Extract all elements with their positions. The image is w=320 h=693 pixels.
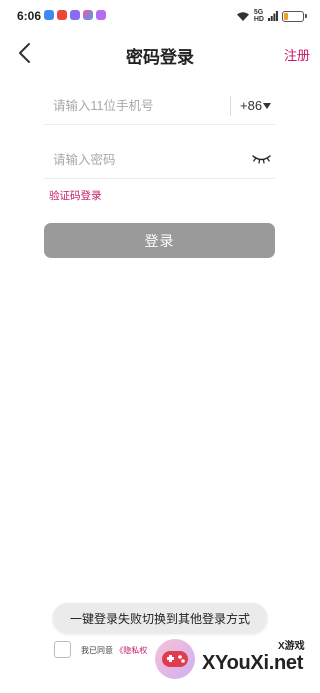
field-divider xyxy=(230,96,231,116)
password-field xyxy=(44,141,275,179)
phone-field: +86 xyxy=(44,87,275,125)
battery-level xyxy=(284,12,288,20)
game-app-icon xyxy=(70,10,80,20)
gamepad-logo-icon xyxy=(155,639,195,679)
red-app-icon xyxy=(57,10,67,20)
gradient-app-icon xyxy=(83,10,93,20)
country-code-label: +86 xyxy=(240,98,263,113)
register-link[interactable]: 注册 xyxy=(284,45,310,64)
country-code-selector[interactable]: +86 xyxy=(240,98,272,113)
agreement-prefix: 我已同意 xyxy=(81,646,113,655)
phone-input[interactable] xyxy=(53,95,213,117)
watermark-text: XYouXi.net xyxy=(202,652,304,674)
privacy-policy-link[interactable]: 《隐私权 xyxy=(115,646,147,655)
cloud-app-icon xyxy=(44,10,54,20)
status-right: 5G HD xyxy=(236,9,307,23)
agreement-checkbox[interactable] xyxy=(54,641,71,658)
signal-label-top: 5G xyxy=(253,9,264,16)
page-title: 密码登录 xyxy=(126,48,194,67)
eye-closed-icon[interactable] xyxy=(252,154,271,164)
caret-down-icon xyxy=(263,102,272,109)
password-input[interactable] xyxy=(53,149,213,171)
watermark: X游戏 XYouXi.net xyxy=(150,628,320,693)
battery-icon xyxy=(282,10,307,22)
login-button[interactable]: 登录 xyxy=(44,223,275,258)
signal-label-bottom: HD xyxy=(253,16,264,23)
signal-label: 5G HD xyxy=(254,9,264,23)
cellular-signal-icon xyxy=(268,11,278,21)
purple-app-icon xyxy=(96,10,106,20)
agreement-text: 我已同意 《隐私权 xyxy=(81,645,147,656)
status-bar: 6:06 5G HD xyxy=(0,0,320,32)
sms-login-link[interactable]: 验证码登录 xyxy=(49,188,102,203)
watermark-small-text: X游戏 xyxy=(278,641,305,652)
notification-icons xyxy=(44,10,106,20)
status-time: 6:06 xyxy=(17,9,42,23)
wifi-icon xyxy=(236,11,249,21)
